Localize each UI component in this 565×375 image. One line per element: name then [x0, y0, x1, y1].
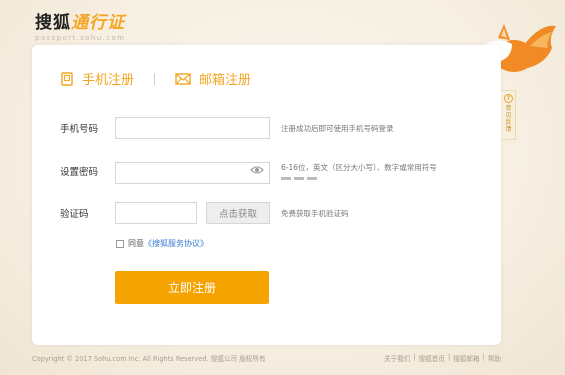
password-row: 设置密码 6-16位，英文（区分大小写）、数字或常用符号 — [32, 160, 437, 184]
code-input[interactable] — [115, 202, 197, 224]
code-label: 验证码 — [60, 209, 89, 220]
strength-bar-strong — [307, 177, 317, 180]
tab-email-label: 邮箱注册 — [199, 73, 252, 88]
tab-phone-register[interactable]: 手机注册 — [60, 69, 134, 88]
code-hint: 免费获取手机验证码 — [281, 208, 349, 218]
strength-bar-weak — [281, 177, 291, 180]
logo-brand: 搜狐 — [35, 13, 71, 33]
footer-link-sohu-home[interactable]: 搜狐首页 — [419, 353, 445, 363]
feedback-side-tab[interactable]: ? 意见反馈 — [502, 90, 516, 140]
phone-hint: 注册成功后即可使用手机号码登录 — [281, 123, 394, 133]
footer-copyright: Copyright © 2017 Sohu.com Inc. All Right… — [32, 355, 266, 363]
phone-row: 手机号码 注册成功后即可使用手机号码登录 — [32, 117, 394, 139]
eye-icon[interactable] — [250, 165, 264, 175]
logo[interactable]: 搜狐通行证 passport.sohu.com — [35, 8, 125, 42]
question-icon: ? — [504, 94, 513, 103]
tab-divider — [154, 72, 156, 85]
tab-email-register[interactable]: 邮箱注册 — [175, 69, 251, 88]
agree-text: 同意 — [128, 239, 144, 248]
tab-phone-label: 手机注册 — [82, 73, 135, 88]
mail-icon — [175, 72, 191, 85]
logo-title: 搜狐通行证 — [35, 8, 125, 33]
password-field-wrap — [115, 160, 270, 184]
footer-links: 关于我们 | 搜狐首页 | 搜狐邮箱 | 帮助 — [384, 353, 501, 363]
register-button[interactable]: 立即注册 — [115, 271, 269, 304]
password-hint: 6-16位，英文（区分大小写）、数字或常用符号 — [281, 163, 437, 172]
password-input[interactable] — [115, 162, 270, 184]
phone-icon — [61, 71, 73, 86]
service-agreement-link[interactable]: 《搜狐服务协议》 — [144, 238, 208, 249]
footer-link-about[interactable]: 关于我们 — [384, 353, 410, 363]
agreement: 同意 《搜狐服务协议》 — [116, 238, 208, 249]
footer-link-help[interactable]: 帮助 — [488, 353, 501, 363]
get-code-button[interactable]: 点击获取 — [206, 202, 270, 224]
password-strength-meter — [281, 177, 437, 180]
footer-separator: | — [482, 353, 485, 361]
phone-input[interactable] — [115, 117, 270, 139]
password-label: 设置密码 — [60, 167, 99, 178]
register-card: 手机注册 邮箱注册 手机号码 注册成功后即可使用手机号码登录 设置密码 6-16… — [32, 45, 501, 345]
feedback-label: 意见反馈 — [505, 105, 512, 133]
logo-subtitle: passport.sohu.com — [35, 34, 126, 42]
strength-bar-medium — [294, 177, 304, 180]
footer-separator: | — [413, 353, 416, 361]
agree-checkbox[interactable] — [116, 239, 124, 248]
footer-link-sohu-mail[interactable]: 搜狐邮箱 — [453, 353, 479, 363]
logo-product: 通行证 — [71, 13, 125, 33]
phone-label: 手机号码 — [60, 124, 99, 135]
footer-separator: | — [447, 353, 451, 361]
code-row: 验证码 点击获取 免费获取手机验证码 — [32, 202, 349, 224]
password-hint-block: 6-16位，英文（区分大小写）、数字或常用符号 — [281, 162, 437, 180]
register-tabs: 手机注册 邮箱注册 — [60, 69, 251, 88]
